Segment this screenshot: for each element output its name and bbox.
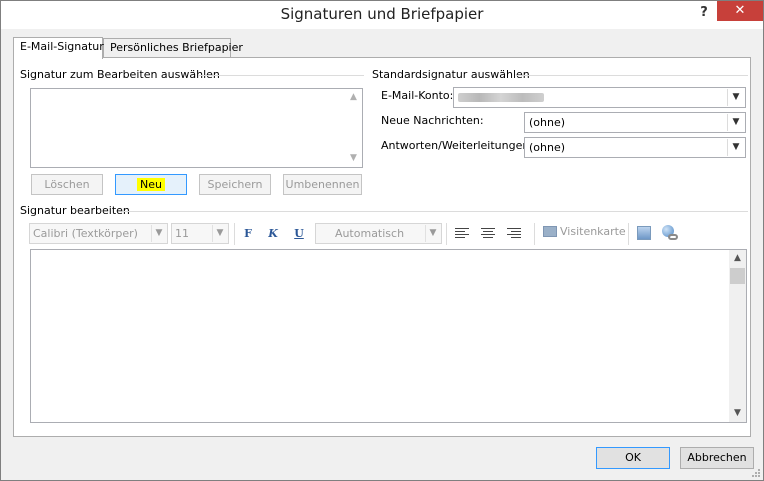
tab-personal-stationery[interactable]: Persönliches Briefpapier — [103, 38, 243, 58]
align-center-icon[interactable] — [481, 228, 495, 240]
chain-icon — [668, 234, 678, 240]
toolbar-separator — [534, 223, 535, 245]
dialog-title: Signaturen und Briefpapier — [280, 5, 484, 23]
signature-editor[interactable]: ▲ ▼ — [30, 249, 747, 423]
business-card-label: Visitenkarte — [560, 225, 626, 238]
title-bar: Signaturen und Briefpapier ? ✕ — [1, 1, 763, 29]
new-messages-value: (ohne) — [529, 116, 566, 129]
new-messages-label: Neue Nachrichten: — [381, 114, 484, 127]
underline-button[interactable]: U — [289, 225, 309, 243]
scroll-up-icon[interactable]: ▲ — [729, 250, 746, 267]
close-icon: ✕ — [734, 3, 746, 18]
editor-scrollbar[interactable]: ▲ ▼ — [729, 250, 746, 422]
group-divider — [122, 211, 748, 212]
font-color-value: Automatisch — [334, 227, 405, 240]
tab-personal-stationery-label: Persönliches Briefpapier — [110, 41, 243, 54]
edit-signature-group-label: Signatur bearbeiten — [20, 204, 130, 217]
tab-panel-email-signature: Signatur zum Bearbeiten auswählen ▲ ▼ Lö… — [13, 57, 751, 437]
signature-list[interactable]: ▲ ▼ — [30, 88, 363, 168]
account-label: E-Mail-Konto: — [381, 89, 454, 102]
chevron-down-icon[interactable]: ▼ — [151, 225, 166, 242]
tab-email-signature[interactable]: E-Mail-Signatur — [13, 37, 104, 59]
chevron-down-icon[interactable]: ▼ — [727, 114, 744, 131]
account-value-redacted — [458, 91, 544, 105]
replies-combobox[interactable]: (ohne) ▼ — [524, 137, 746, 158]
business-card-icon — [543, 226, 557, 237]
italic-button[interactable]: K — [263, 225, 283, 243]
chevron-down-icon[interactable]: ▼ — [727, 89, 744, 106]
delete-button[interactable]: Löschen — [31, 174, 103, 195]
rename-button[interactable]: Umbenennen — [283, 174, 362, 195]
help-button[interactable]: ? — [694, 3, 714, 23]
font-color-combobox[interactable]: Automatisch ▼ — [315, 223, 442, 244]
save-button[interactable]: Speichern — [199, 174, 271, 195]
new-button-label: Neu — [137, 178, 165, 191]
font-family-value: Calibri (Textkörper) — [33, 227, 138, 240]
scroll-down-icon[interactable]: ▼ — [345, 150, 362, 167]
chevron-down-icon[interactable]: ▼ — [425, 225, 440, 242]
business-card-button[interactable]: Visitenkarte — [543, 225, 626, 238]
new-messages-combobox[interactable]: (ohne) ▼ — [524, 112, 746, 133]
font-size-combobox[interactable]: 11 ▼ — [171, 223, 229, 244]
resize-grip-icon[interactable] — [751, 468, 761, 478]
default-signature-group-label: Standardsignatur auswählen — [372, 68, 530, 81]
group-divider — [516, 75, 748, 76]
font-size-value: 11 — [175, 227, 189, 240]
signature-list-scrollbar[interactable]: ▲ ▼ — [345, 89, 362, 167]
signatures-dialog: Signaturen und Briefpapier ? ✕ E-Mail-Si… — [0, 0, 764, 481]
new-button[interactable]: Neu — [115, 174, 187, 195]
close-button[interactable]: ✕ — [717, 1, 763, 21]
scroll-down-icon[interactable]: ▼ — [729, 405, 746, 422]
toolbar-separator — [446, 223, 447, 245]
select-signature-group-label: Signatur zum Bearbeiten auswählen — [20, 68, 220, 81]
group-divider — [198, 75, 364, 76]
account-combobox[interactable]: ▼ — [453, 87, 746, 108]
scroll-up-icon[interactable]: ▲ — [345, 89, 362, 106]
ok-button[interactable]: OK — [596, 447, 670, 469]
hyperlink-icon[interactable] — [662, 225, 678, 241]
align-left-icon[interactable] — [455, 228, 469, 240]
bold-button[interactable]: F — [238, 225, 258, 243]
chevron-down-icon[interactable]: ▼ — [727, 139, 744, 156]
scrollbar-thumb[interactable] — [730, 268, 745, 284]
replies-value: (ohne) — [529, 141, 566, 154]
align-right-icon[interactable] — [507, 228, 521, 240]
toolbar-separator — [628, 223, 629, 245]
replies-label: Antworten/Weiterleitungen: — [381, 139, 534, 152]
cancel-button[interactable]: Abbrechen — [680, 447, 754, 469]
font-family-combobox[interactable]: Calibri (Textkörper) ▼ — [29, 223, 168, 244]
toolbar-separator — [234, 223, 235, 245]
insert-picture-icon[interactable] — [637, 226, 651, 240]
tab-email-signature-label: E-Mail-Signatur — [20, 40, 104, 53]
chevron-down-icon[interactable]: ▼ — [212, 225, 227, 242]
